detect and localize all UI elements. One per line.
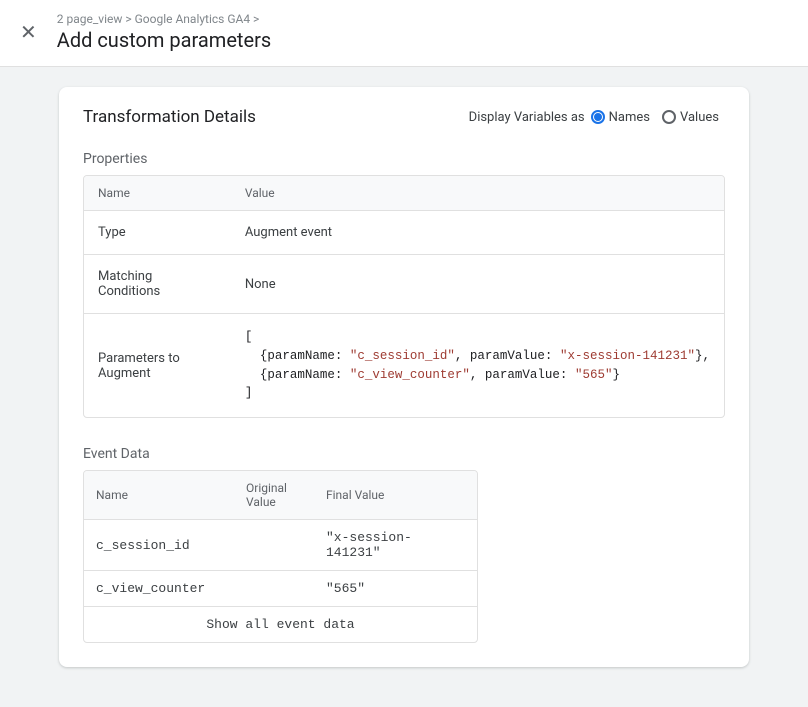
- show-all-link[interactable]: Show all event data: [84, 607, 477, 642]
- col-final-header: Final Value: [314, 471, 477, 520]
- display-label: Display Variables as: [469, 110, 585, 125]
- card-title: Transformation Details: [83, 107, 256, 127]
- card-header: Transformation Details Display Variables…: [83, 107, 725, 127]
- event-data-section-title: Event Data: [83, 446, 725, 462]
- radio-names-group[interactable]: Names: [591, 110, 656, 125]
- radio-values-group[interactable]: Values: [662, 110, 725, 125]
- col-name-header: Name: [84, 471, 234, 520]
- event-name: c_view_counter: [84, 571, 234, 607]
- col-value-header: Value: [231, 176, 724, 211]
- event-final: "x-session-141231": [314, 520, 477, 571]
- table-row: c_session_id "x-session-141231": [84, 520, 477, 571]
- display-variables-toggle: Display Variables as Names Values: [469, 110, 725, 125]
- table-row: c_view_counter "565": [84, 571, 477, 607]
- close-icon[interactable]: ✕: [20, 12, 37, 42]
- code-block: [ {paramName: "c_session_id", paramValue…: [245, 328, 710, 403]
- page-header: ✕ 2 page_view > Google Analytics GA4 > A…: [0, 0, 808, 67]
- radio-names-label[interactable]: Names: [609, 110, 650, 125]
- col-orig-header: Original Value: [234, 471, 314, 520]
- show-all-row: Show all event data: [84, 607, 477, 642]
- table-row: Type Augment event: [84, 211, 724, 255]
- radio-values[interactable]: [662, 110, 676, 124]
- properties-section-title: Properties: [83, 151, 725, 167]
- content-area: Transformation Details Display Variables…: [0, 67, 808, 707]
- event-final: "565": [314, 571, 477, 607]
- prop-name: Type: [84, 211, 231, 255]
- prop-name: Matching Conditions: [84, 255, 231, 314]
- event-name: c_session_id: [84, 520, 234, 571]
- breadcrumb: 2 page_view > Google Analytics GA4 >: [57, 12, 271, 26]
- radio-names[interactable]: [591, 110, 605, 124]
- properties-table: Name Value Type Augment event Matching C…: [83, 175, 725, 418]
- prop-value: Augment event: [231, 211, 724, 255]
- event-orig: [234, 520, 314, 571]
- details-card: Transformation Details Display Variables…: [59, 87, 749, 667]
- prop-name: Parameters to Augment: [84, 314, 231, 417]
- prop-value: None: [231, 255, 724, 314]
- page-title: Add custom parameters: [57, 28, 271, 52]
- table-row: Matching Conditions None: [84, 255, 724, 314]
- prop-value: [ {paramName: "c_session_id", paramValue…: [231, 314, 724, 417]
- event-data-table: Name Original Value Final Value c_sessio…: [83, 470, 478, 643]
- radio-values-label[interactable]: Values: [680, 110, 719, 125]
- event-orig: [234, 571, 314, 607]
- col-name-header: Name: [84, 176, 231, 211]
- table-row: Parameters to Augment [ {paramName: "c_s…: [84, 314, 724, 417]
- header-text: 2 page_view > Google Analytics GA4 > Add…: [57, 12, 271, 52]
